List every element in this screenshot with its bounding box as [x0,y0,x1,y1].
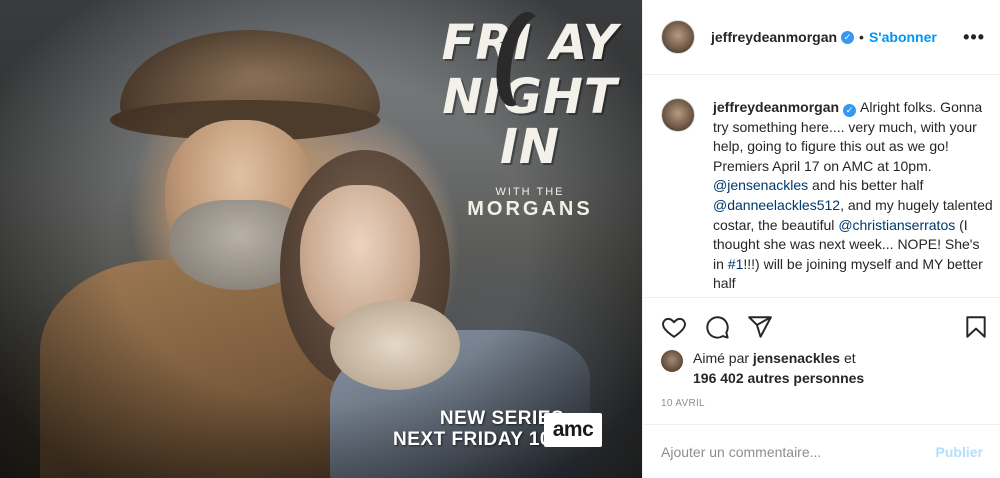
caption-segment: and his better half [808,177,924,194]
header-separator: • [859,29,864,45]
heart-outline-icon[interactable] [661,314,687,340]
caption-username[interactable]: jeffreydeanmorgan [713,99,839,115]
post-side-panel: jeffreydeanmorgan ✓ • S'abonner ••• jeff… [642,0,1000,478]
verified-badge-icon: ✓ [841,30,855,44]
verified-badge-icon: ✓ [843,104,857,118]
title-subtitle-small: WITH THE [495,186,565,198]
speech-bubble-icon[interactable] [704,314,730,340]
more-options-icon[interactable]: ••• [963,27,985,48]
comment-input[interactable] [661,443,936,460]
post-header: jeffreydeanmorgan ✓ • S'abonner ••• [643,0,1000,75]
caption-area[interactable]: jeffreydeanmorgan ✓ Alright folks. Gonna t… [643,76,1000,298]
mention-link[interactable]: @jensenackles [713,177,808,193]
caption-avatar[interactable] [661,98,695,132]
hashtag-link[interactable]: #1 [728,256,744,272]
likes-others-link[interactable]: 196 402 autres personnes [693,370,864,386]
paper-plane-icon[interactable] [747,314,773,340]
likes-summary[interactable]: Aimé par jensenackles et 196 402 autres p… [661,348,991,388]
liker-username[interactable]: jensenackles [753,350,840,366]
mention-link[interactable]: @danneelackles512 [713,197,840,213]
likes-middle: et [840,350,856,366]
amc-logo: amc [544,413,602,447]
show-title: FRI AY NIGHT IN WITH THE MORGANS [430,18,630,221]
action-bar [643,308,1000,348]
promo-line-2: NEXT FRIDAY 10P [393,429,565,450]
bookmark-outline-icon[interactable] [963,314,989,340]
mention-link[interactable]: @christianserratos [838,217,955,233]
caption-text: jeffreydeanmorgan ✓ Alright folks. Gonna t… [713,98,993,294]
promo-text: NEW SERIES NEXT FRIDAY 10P [393,408,564,450]
header-username[interactable]: jeffreydeanmorgan [711,29,837,45]
liker-avatar[interactable] [661,350,683,372]
title-subtitle-large: MORGANS [467,198,593,220]
likes-prefix: Aimé par [693,350,753,366]
post-timestamp[interactable]: 10 AVRIL [661,398,705,409]
follow-button[interactable]: S'abonner [869,29,937,45]
publish-button[interactable]: Publier [936,444,983,460]
post-photo[interactable]: FRI AY NIGHT IN WITH THE MORGANS NEW SER… [0,0,642,478]
caption-segment: !!!) will be joining myself and MY bette… [713,255,983,292]
promo-line-1: NEW SERIES [439,408,565,429]
likes-text: Aimé par jensenackles et 196 402 autres p… [693,348,991,388]
comment-bar: Publier [643,424,1000,478]
avatar[interactable] [661,20,695,54]
